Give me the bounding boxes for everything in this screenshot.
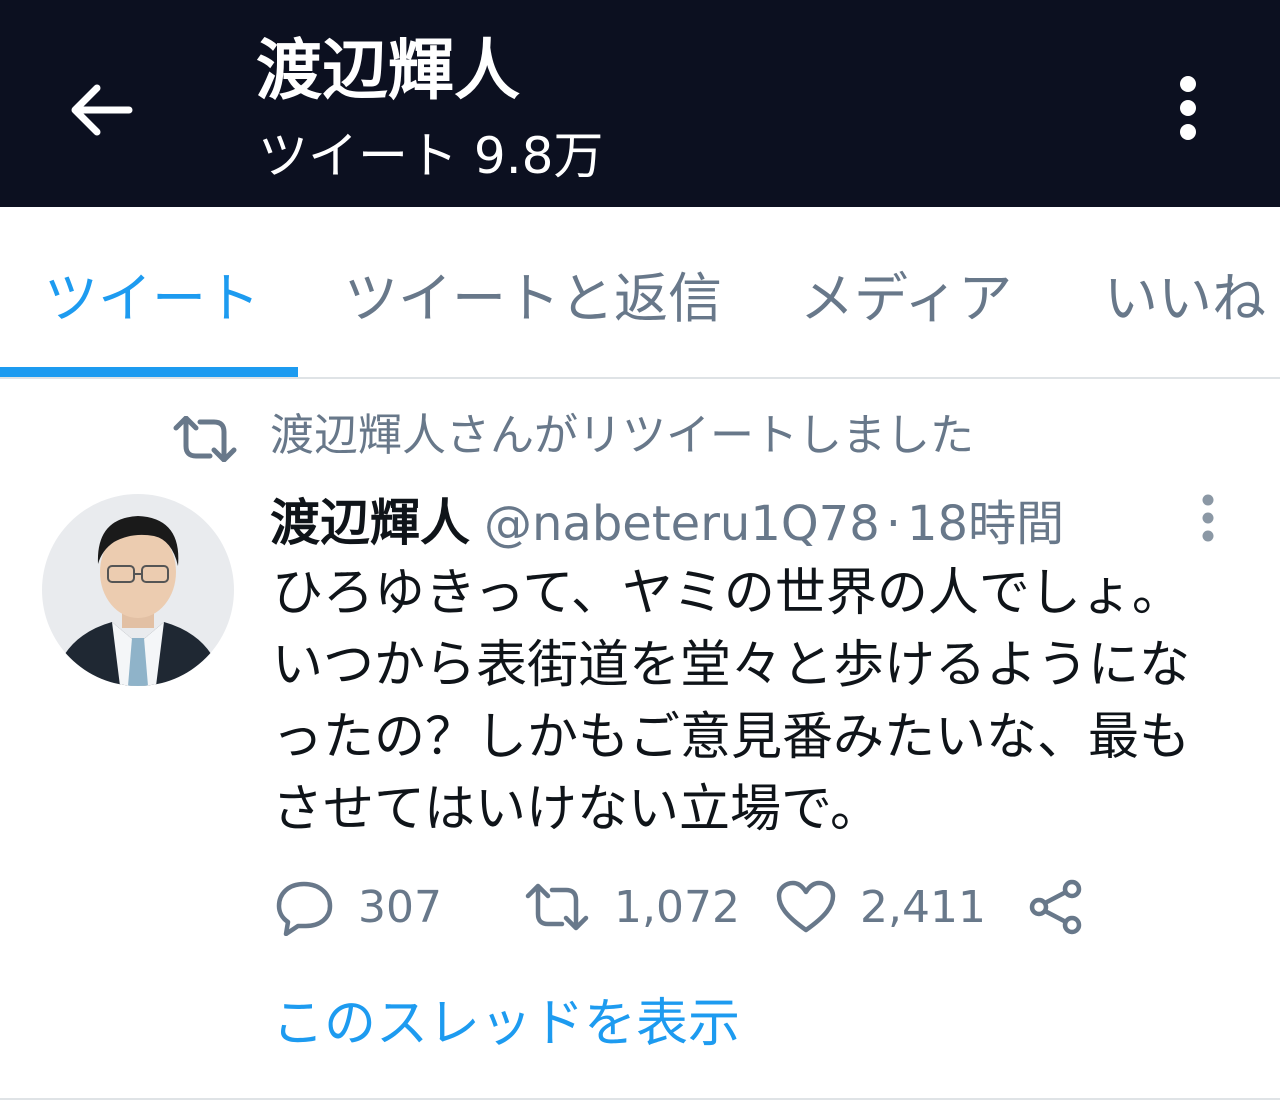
tweet-timestamp[interactable]: 18時間 [907,496,1064,552]
retweet-icon [525,883,589,931]
tweet-text-line: させてはいけない立場で。 [272,780,881,839]
reply-icon [276,881,333,936]
tweet-text-line: ひろゆきって、ヤミの世界の人でしょ。 [272,564,1183,623]
back-button[interactable] [62,72,138,148]
tweet-menu-button[interactable] [1188,488,1228,552]
retweet-icon [172,415,238,463]
author-handle[interactable]: @nabeteru1Q78 [484,496,880,552]
heart-icon [776,880,836,933]
reply-button[interactable]: 307 [276,872,442,942]
more-vertical-icon [1180,76,1196,140]
retweet-count: 1,072 [614,881,740,933]
tweet-count: ツイート 9.8万 [258,127,604,185]
profile-header: 渡辺輝人 ツイート 9.8万 [0,0,1280,207]
divider [0,1098,1280,1100]
profile-tabs: ツイート ツイートと返信 メディア いいね [0,207,1280,379]
more-options-button[interactable] [1152,62,1224,154]
show-thread-link[interactable]: このスレッドを表示 [272,988,740,1060]
avatar[interactable] [42,494,234,686]
share-button[interactable] [1028,872,1084,942]
tweet-text-line: ったの？しかもご意見番みたいな、最も [272,708,1191,767]
tab-tweets[interactable]: ツイート [44,257,260,341]
arrow-left-icon [71,84,133,136]
active-tab-indicator [0,367,298,377]
like-button[interactable]: 2,411 [776,872,986,942]
tab-media[interactable]: メディア [800,257,1012,341]
tab-tweets-and-replies[interactable]: ツイートと返信 [344,257,722,341]
tweet-text: ひろゆきって、ヤミの世界の人でしょ。 いつから表街道を堂々と歩けるようにな った… [272,558,1247,846]
tweet-text-line: いつから表街道を堂々と歩けるようにな [272,636,1191,695]
retweeted-by-label: 渡辺輝人さんがリツイートしました [270,410,974,461]
tweet-actions: 307 1,072 2,411 [272,872,1252,942]
retweet-button[interactable]: 1,072 [524,872,740,942]
tab-likes[interactable]: いいね [1104,257,1266,341]
share-icon [1029,879,1082,935]
meta-separator: · [885,496,902,552]
profile-name-title: 渡辺輝人 [256,32,520,109]
author-name[interactable]: 渡辺輝人 [270,494,470,552]
like-count: 2,411 [860,881,986,933]
more-vertical-icon [1202,494,1214,542]
reply-count: 307 [358,881,442,933]
